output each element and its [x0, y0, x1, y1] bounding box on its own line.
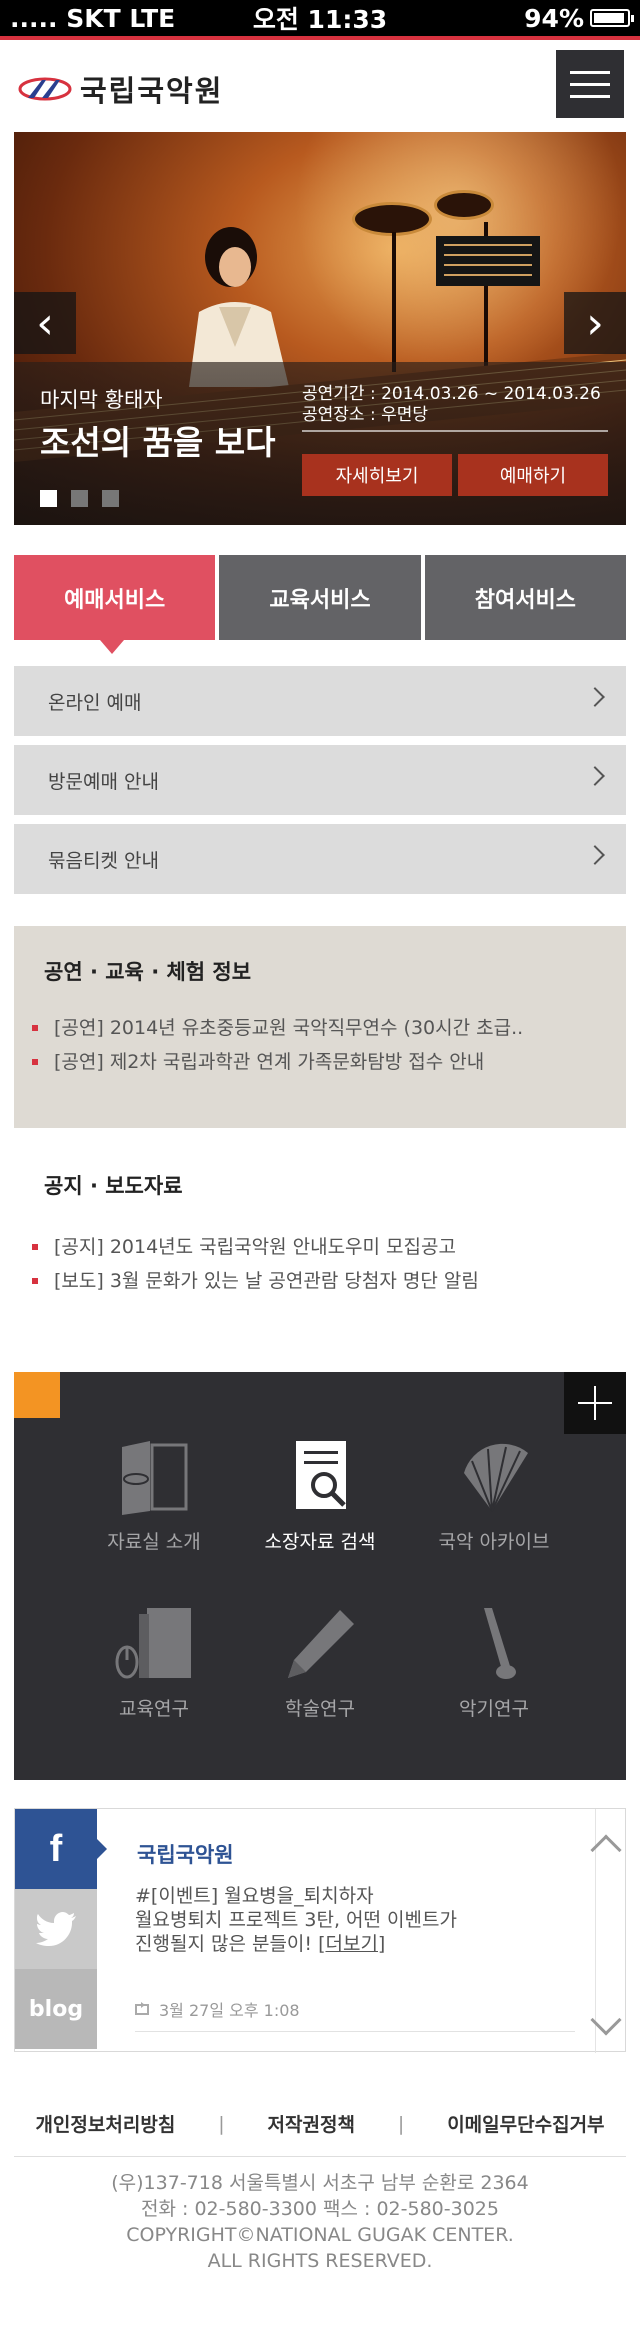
music-stand-image: [436, 236, 540, 286]
more-plus-button[interactable]: [564, 1372, 626, 1434]
feed-time: 3월 27일 오후 1:08: [159, 2001, 300, 2020]
archive-label: 국악 아카이브: [438, 1531, 550, 1553]
document-search-icon: [296, 1441, 346, 1509]
list-item[interactable]: [공연] 제2차 국립과학관 연계 가족문화탐방 접수 안내: [30, 1045, 570, 1079]
hamburger-icon: [570, 70, 610, 74]
chevron-right-icon: ›: [586, 297, 604, 349]
blog-icon: blog: [28, 1996, 84, 2022]
archive-label: 소장자료 검색: [264, 1531, 376, 1553]
service-item[interactable]: 방문예매 안내: [14, 745, 626, 815]
status-bar: ..... SKT LTE 오전 11:33 94%: [0, 0, 640, 36]
service-item-label: 온라인 예매: [48, 691, 142, 714]
feed-timestamp: 3월 27일 오후 1:08: [135, 1997, 300, 2021]
logo-mark-icon: [18, 77, 72, 101]
archive-item-instrument[interactable]: 악기연구: [394, 1604, 594, 1721]
hero-subtitle: 마지막 황태자: [40, 388, 163, 412]
detail-button[interactable]: 자세히보기: [302, 454, 452, 496]
footer-phone: 전화 : 02-580-3300 팩스 : 02-580-3025: [141, 2198, 499, 2220]
pencil-icon: [288, 1610, 354, 1678]
service-item-label: 묶음티켓 안내: [48, 849, 159, 872]
footer-address: (우)137-718 서울특별시 서초구 남부 순환로 2364: [111, 2172, 529, 2194]
feed-text-line: #[이벤트] 월요병을_퇴치하자: [135, 1885, 374, 1907]
chevron-right-icon: [585, 766, 605, 786]
site-logo[interactable]: 국립국악원: [18, 68, 223, 110]
logo-text: 국립국악원: [80, 74, 224, 108]
facebook-icon: f: [49, 1827, 63, 1870]
archive-item-gugak-archive[interactable]: 국악 아카이브: [394, 1437, 594, 1554]
site-header: 국립국악원: [0, 40, 640, 132]
drum-image: [434, 190, 494, 220]
hero-period: 공연기간 : 2014.03.26 ~ 2014.03.26: [302, 384, 601, 404]
service-list: 온라인 예매방문예매 안내묶음티켓 안내: [14, 666, 626, 903]
hero-title: 조선의 꿈을 보다: [40, 423, 276, 462]
archive-label: 학술연구: [285, 1698, 355, 1720]
copyright-policy-link[interactable]: 저작권정책: [268, 2110, 355, 2137]
archive-item-academic[interactable]: 학술연구: [220, 1604, 420, 1721]
hero-venue: 공연장소 : 우면당: [302, 405, 429, 425]
reply-icon: [135, 2002, 149, 2015]
divider: [302, 430, 608, 432]
feed-account-name[interactable]: 국립국악원: [137, 1839, 234, 1869]
divider: [135, 2031, 575, 2032]
hero-schedule: 공연기간 : 2014.03.26 ~ 2014.03.26 공연장소 : 우면…: [302, 384, 601, 426]
footer-copyright: COPYRIGHT©NATIONAL GUGAK CENTER.: [126, 2224, 514, 2246]
tab-participation[interactable]: 참여서비스: [424, 555, 626, 640]
more-link[interactable]: [더보기]: [318, 1933, 385, 1955]
chevron-right-icon: [585, 845, 605, 865]
archive-item-search[interactable]: 소장자료 검색: [220, 1437, 420, 1554]
service-item[interactable]: 온라인 예매: [14, 666, 626, 736]
facebook-tab[interactable]: f: [15, 1809, 97, 1889]
fan-icon: [464, 1443, 528, 1512]
feed-text-line: 진행될지 많은 분들이! [더보기]: [135, 1933, 386, 1955]
info-list: [공연] 2014년 유초중등교원 국악직무연수 (30시간 초급.. [공연] …: [30, 1011, 570, 1079]
footer-links: 개인정보처리방침 | 저작권정책 | 이메일무단수집거부: [14, 2110, 626, 2137]
hero-banner: ‹ › 마지막 황태자 조선의 꿈을 보다 공연기간 : 2014.03.26 …: [14, 132, 626, 525]
twitter-icon: [36, 1912, 76, 1946]
social-feed: f blog 국립국악원 #[이벤트] 월요병을_퇴치하자 월요병퇴치 프로젝트…: [14, 1808, 626, 2053]
notice-title: 공지 · 보도자료: [44, 1174, 183, 1198]
divider: [14, 2156, 626, 2157]
clock: 오전 11:33: [252, 5, 388, 34]
chevron-right-icon: [585, 687, 605, 707]
slide-dot[interactable]: [71, 490, 88, 507]
drum-image: [352, 202, 432, 236]
archive-label: 악기연구: [459, 1698, 529, 1720]
battery-fill: [594, 13, 624, 23]
chevron-left-icon: ‹: [36, 297, 54, 349]
footer-info: (우)137-718 서울특별시 서초구 남부 순환로 2364 전화 : 02…: [0, 2170, 640, 2274]
list-item[interactable]: [보도] 3월 문화가 있는 날 공연관람 당첨자 명단 알림: [30, 1264, 570, 1298]
service-tabs: 예매서비스 교육서비스 참여서비스: [14, 555, 626, 654]
slide-indicator: [40, 490, 119, 507]
feed-post: #[이벤트] 월요병을_퇴치하자 월요병퇴치 프로젝트 3탄, 어떤 이벤트가 …: [135, 1884, 515, 1956]
battery-icon: [590, 9, 634, 27]
service-item[interactable]: 묶음티켓 안내: [14, 824, 626, 894]
hero-prev-button[interactable]: ‹: [14, 292, 76, 354]
blog-tab[interactable]: blog: [15, 1969, 97, 2049]
slide-dot[interactable]: [40, 490, 57, 507]
twitter-tab[interactable]: [15, 1889, 97, 1969]
list-item[interactable]: [공연] 2014년 유초중등교원 국악직무연수 (30시간 초급..: [30, 1011, 570, 1045]
accent-square: [14, 1372, 60, 1418]
menu-button[interactable]: [556, 50, 624, 118]
tab-education[interactable]: 교육서비스: [219, 555, 421, 640]
service-item-label: 방문예매 안내: [48, 770, 159, 793]
notice-list: [공지] 2014년도 국립국악원 안내도우미 모집공고 [보도] 3월 문화가 …: [30, 1230, 570, 1298]
slide-dot[interactable]: [102, 490, 119, 507]
email-refusal-link[interactable]: 이메일무단수집거부: [447, 2110, 604, 2137]
archive-panel: 자료실 소개 소장자료 검색 국악 아카이브 교육연구 학술연구 악기연구: [14, 1372, 626, 1780]
tab-ticketing[interactable]: 예매서비스: [14, 555, 216, 654]
hero-next-button[interactable]: ›: [564, 292, 626, 354]
flute-icon: [484, 1608, 516, 1679]
book-button[interactable]: 예매하기: [458, 454, 608, 496]
footer-copyright: ALL RIGHTS RESERVED.: [207, 2250, 433, 2272]
list-item[interactable]: [공지] 2014년도 국립국악원 안내도우미 모집공고: [30, 1230, 570, 1264]
privacy-policy-link[interactable]: 개인정보처리방침: [35, 2110, 175, 2137]
feed-text-line: 월요병퇴치 프로젝트 3탄, 어떤 이벤트가: [135, 1909, 457, 1931]
info-title: 공연 · 교육 · 체험 정보: [44, 960, 252, 984]
book-logo-icon: [122, 1441, 188, 1515]
mouse-book-icon: [115, 1608, 191, 1679]
